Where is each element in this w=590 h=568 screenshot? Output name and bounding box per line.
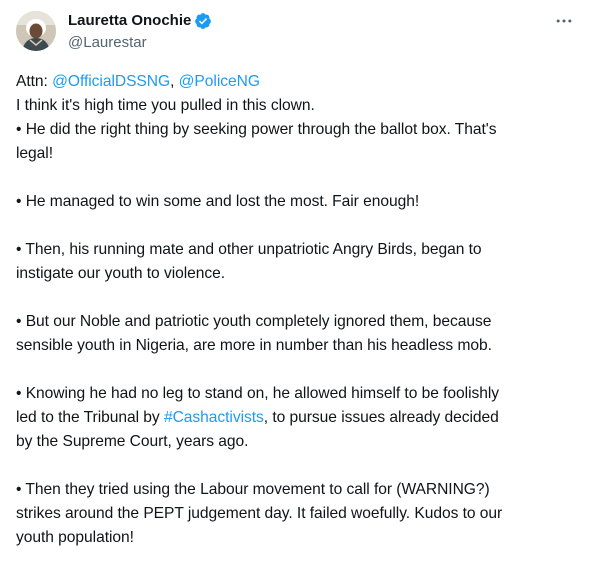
paragraph-1-line-1: • He did the right thing by seeking powe… xyxy=(16,121,497,138)
hashtag-cashactivists[interactable]: #Cashactivists xyxy=(164,409,264,426)
paragraph-2-line-1: • He managed to win some and lost the mo… xyxy=(16,193,420,210)
paragraph-6-line-2: strikes around the PEPT judgement day. I… xyxy=(16,505,503,522)
attn-prefix: Attn: xyxy=(16,73,53,90)
attn-line: Attn: @OfficialDSSNG, @PoliceNG xyxy=(16,70,576,94)
paragraph-5-line-1: • Knowing he had no leg to stand on, he … xyxy=(16,385,500,402)
paragraph-6-line-3: youth population! xyxy=(16,529,134,546)
paragraph-5-line-2-pre: led to the Tribunal by xyxy=(16,409,164,426)
mention-policeng[interactable]: @PoliceNG xyxy=(179,73,260,90)
avatar-image xyxy=(16,11,56,51)
paragraph-6-line-1: • Then they tried using the Labour movem… xyxy=(16,481,490,498)
paragraph-1-line-2: legal! xyxy=(16,145,53,162)
more-options-button[interactable] xyxy=(552,11,576,31)
display-name[interactable]: Lauretta Onochie xyxy=(68,11,191,31)
paragraph-5-line-3: by the Supreme Court, years ago. xyxy=(16,433,249,450)
display-name-row: Lauretta Onochie xyxy=(68,11,212,31)
paragraph-5-line-2-post: , to pursue issues already decided xyxy=(263,409,499,426)
handle[interactable]: @Laurestar xyxy=(68,33,212,53)
intro-line: I think it's high time you pulled in thi… xyxy=(16,97,315,114)
author-names: Lauretta Onochie @Laurestar xyxy=(68,11,212,53)
paragraph-3-line-2: instigate our youth to violence. xyxy=(16,265,226,282)
attn-separator: , xyxy=(170,73,179,90)
paragraph-4-line-1: • But our Noble and patriotic youth comp… xyxy=(16,313,492,330)
paragraph-3-line-1: • Then, his running mate and other unpat… xyxy=(16,241,482,258)
avatar[interactable] xyxy=(16,11,56,51)
tweet-header: Lauretta Onochie @Laurestar xyxy=(16,11,576,55)
paragraph-4-line-2: sensible youth in Nigeria, are more in n… xyxy=(16,337,492,354)
more-horizontal-icon xyxy=(556,19,572,23)
tweet: Lauretta Onochie @Laurestar Attn: @Offic… xyxy=(0,0,590,568)
mention-officialdssng[interactable]: @OfficialDSSNG xyxy=(52,73,170,90)
paragraph-5-line-2: led to the Tribunal by #Cashactivists, t… xyxy=(16,406,576,430)
verified-badge-icon xyxy=(194,12,212,30)
tweet-text: Attn: @OfficialDSSNG, @PoliceNG I think … xyxy=(16,70,576,550)
